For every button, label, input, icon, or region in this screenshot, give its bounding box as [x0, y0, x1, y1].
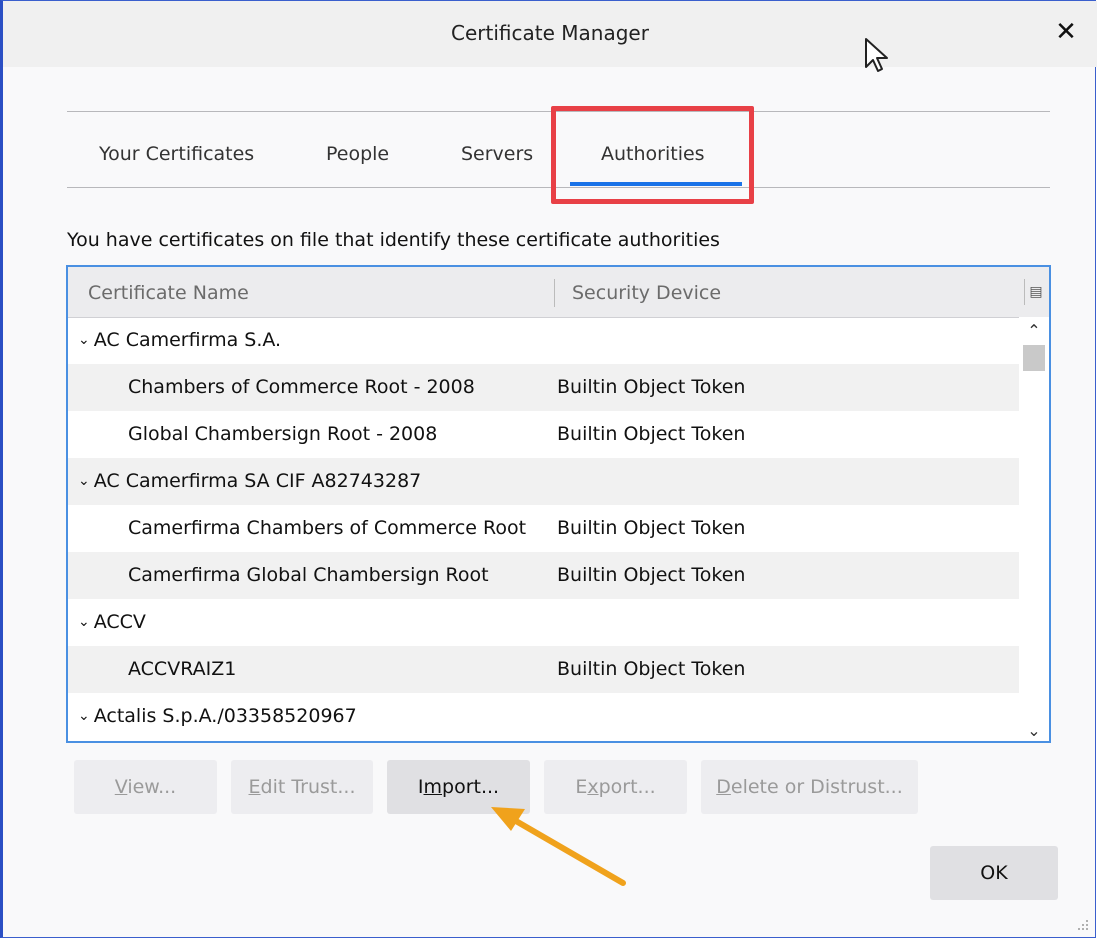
scroll-up-icon[interactable]: ⌃ [1019, 321, 1049, 341]
ok-button[interactable]: OK [930, 846, 1058, 900]
security-device: Builtin Object Token [557, 376, 746, 398]
column-picker-icon[interactable]: ▤ [1024, 279, 1047, 305]
tab-servers[interactable]: Servers [461, 143, 533, 165]
scroll-down-icon[interactable]: ⌄ [1019, 721, 1049, 741]
group-label: ⌄ Actalis S.p.A./03358520967 [78, 693, 357, 740]
tree-rows: ⌄ AC Camerfirma S.A. Chambers of Commerce … [68, 317, 1021, 740]
tree-group-row[interactable]: ⌄ Actalis S.p.A./03358520967 [68, 693, 1021, 740]
security-device: Builtin Object Token [557, 517, 746, 539]
tree-group-row[interactable]: ⌄ AC Camerfirma SA CIF A82743287 [68, 458, 1021, 505]
chevron-down-icon[interactable]: ⌄ [78, 458, 90, 505]
scroll-thumb[interactable] [1023, 345, 1045, 371]
tab-your-certificates[interactable]: Your Certificates [99, 143, 254, 165]
mouse-cursor-icon [865, 38, 888, 72]
chevron-down-icon[interactable]: ⌄ [78, 693, 90, 740]
security-device: Builtin Object Token [557, 564, 746, 586]
certificate-name: ACCVRAIZ1 [128, 658, 237, 680]
tree-item-row[interactable]: ACCVRAIZ1 Builtin Object Token [68, 646, 1021, 693]
certificate-name: Chambers of Commerce Root - 2008 [128, 376, 475, 398]
group-name: AC Camerfirma SA CIF A82743287 [93, 470, 422, 492]
tab-people[interactable]: People [326, 143, 389, 165]
tree-item-row[interactable]: Global Chambersign Root - 2008 Builtin Ob… [68, 411, 1021, 458]
authorities-description: You have certificates on file that ident… [67, 229, 720, 251]
certificate-name: Global Chambersign Root - 2008 [128, 423, 438, 445]
delete-or-distrust-button[interactable]: Delete or Distrust... [701, 760, 918, 814]
dialog-title: Certificate Manager [451, 21, 649, 45]
resize-grip-icon[interactable] [1075, 917, 1089, 931]
column-certificate-name[interactable]: Certificate Name [88, 282, 249, 304]
certificate-tree[interactable]: Certificate Name Security Device ▤ ⌄ AC C… [66, 265, 1051, 743]
column-separator [554, 279, 555, 307]
group-label: ⌄ AC Camerfirma SA CIF A82743287 [78, 458, 421, 505]
security-device: Builtin Object Token [557, 423, 746, 445]
close-icon[interactable]: ✕ [1049, 15, 1083, 49]
certificate-manager-dialog: Certificate Manager ✕ Your Certificates … [0, 0, 1097, 938]
vertical-scrollbar[interactable]: ⌃ ⌄ [1019, 317, 1049, 741]
edit-trust-button[interactable]: Edit Trust... [231, 760, 373, 814]
security-device: Builtin Object Token [557, 658, 746, 680]
annotation-arrow-icon [491, 807, 626, 886]
group-label: ⌄ AC Camerfirma S.A. [78, 317, 281, 364]
chevron-down-icon[interactable]: ⌄ [78, 599, 90, 646]
group-name: AC Camerfirma S.A. [93, 329, 282, 351]
chevron-down-icon[interactable]: ⌄ [78, 317, 90, 364]
tree-item-row[interactable]: Camerfirma Chambers of Commerce Root Buil… [68, 505, 1021, 552]
group-name: Actalis S.p.A./03358520967 [93, 705, 357, 727]
tree-header: Certificate Name Security Device ▤ [68, 267, 1049, 318]
title-bar: Certificate Manager ✕ [3, 1, 1097, 72]
tree-item-row[interactable]: Chambers of Commerce Root - 2008 Builtin … [68, 364, 1021, 411]
tree-item-row[interactable]: Camerfirma Global Chambersign Root Builti… [68, 552, 1021, 599]
certificate-name: Camerfirma Chambers of Commerce Root [128, 517, 527, 539]
certificate-name: Camerfirma Global Chambersign Root [128, 564, 489, 586]
group-label: ⌄ ACCV [78, 599, 146, 646]
tree-group-row[interactable]: ⌄ AC Camerfirma S.A. [68, 317, 1021, 364]
annotation-highlight-box [551, 106, 754, 204]
group-name: ACCV [93, 611, 146, 633]
view-button[interactable]: View... [74, 760, 217, 814]
column-security-device[interactable]: Security Device [572, 282, 721, 304]
tree-group-row[interactable]: ⌄ ACCV [68, 599, 1021, 646]
